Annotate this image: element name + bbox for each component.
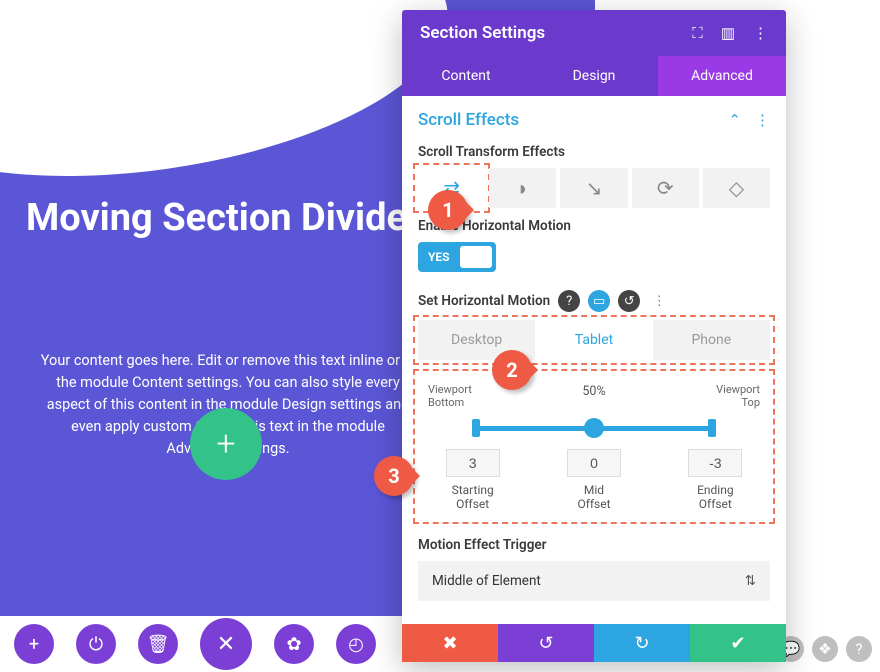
- enable-horizontal-label: Enable Horizontal Motion: [418, 218, 770, 234]
- settings-icon[interactable]: ✿: [274, 624, 314, 664]
- tab-advanced[interactable]: Advanced: [658, 56, 786, 96]
- add-module-button[interactable]: +: [190, 408, 262, 480]
- scroll-transform-label: Scroll Transform Effects: [418, 144, 770, 160]
- chevron-updown-icon: ⇅: [745, 573, 756, 589]
- range-box: 50% Viewport Bottom Viewport Top Startin…: [418, 374, 770, 519]
- tab-design[interactable]: Design: [530, 56, 658, 96]
- columns-icon[interactable]: ▥: [721, 24, 735, 42]
- device-tabs: Desktop Tablet Phone: [418, 320, 770, 360]
- range-handle-left[interactable]: [472, 419, 480, 437]
- scale-icon[interactable]: ↘: [560, 168, 627, 208]
- mid-offset-label: Mid Offset: [567, 483, 621, 511]
- expand-icon[interactable]: ⛶: [692, 24, 703, 42]
- starting-offset-input[interactable]: [446, 449, 500, 477]
- layers-icon[interactable]: ❖: [812, 636, 838, 662]
- fade-icon[interactable]: ◇: [703, 168, 770, 208]
- reset-icon[interactable]: ↺: [618, 290, 640, 312]
- section-title: Scroll Effects: [418, 110, 519, 130]
- field-more-icon[interactable]: ⋮: [648, 290, 670, 312]
- help-question-icon[interactable]: ?: [558, 290, 580, 312]
- viewport-top-label: Viewport Top: [716, 383, 760, 409]
- range-handle-center[interactable]: [584, 418, 604, 438]
- mid-offset-input[interactable]: [567, 449, 621, 477]
- close-builder-button[interactable]: ✕: [200, 618, 252, 670]
- device-phone-tab[interactable]: Phone: [653, 320, 770, 360]
- section-more-icon[interactable]: ⋮: [755, 111, 770, 129]
- motion-trigger-select[interactable]: Middle of Element ⇅: [418, 561, 770, 601]
- blur-icon[interactable]: ◗: [489, 168, 556, 208]
- more-icon[interactable]: ⋮: [753, 24, 768, 42]
- save-button[interactable]: ✔: [690, 624, 786, 662]
- panel-action-bar: ✖ ↺ ↻ ✔: [402, 624, 786, 662]
- panel-title: Section Settings: [420, 23, 545, 43]
- responsive-icon[interactable]: ▭: [588, 290, 610, 312]
- tab-content[interactable]: Content: [402, 56, 530, 96]
- panel-tabs: Content Design Advanced: [402, 56, 786, 96]
- panel-body: Scroll Effects ⌃ ⋮ Scroll Transform Effe…: [402, 96, 786, 624]
- ending-offset-label: Ending Offset: [688, 483, 742, 511]
- viewport-bottom-label: Viewport Bottom: [428, 383, 472, 409]
- ending-offset-input[interactable]: [688, 449, 742, 477]
- trash-icon[interactable]: 🗑: [138, 624, 178, 664]
- help-icon[interactable]: ?: [846, 636, 872, 662]
- settings-panel: Section Settings ⛶ ▥ ⋮ Content Design Ad…: [402, 10, 786, 662]
- panel-header: Section Settings ⛶ ▥ ⋮: [402, 10, 786, 56]
- range-slider[interactable]: [476, 415, 712, 441]
- device-tablet-tab[interactable]: Tablet: [535, 320, 652, 360]
- wave-divider-shape: [0, 0, 464, 211]
- history-icon[interactable]: ◴: [336, 624, 376, 664]
- callout-3: 3: [374, 456, 414, 496]
- motion-trigger-label: Motion Effect Trigger: [418, 537, 770, 553]
- toggle-yes-label: YES: [418, 250, 460, 264]
- rotate-icon[interactable]: ⟳: [632, 168, 699, 208]
- starting-offset-label: Starting Offset: [446, 483, 500, 511]
- range-handle-right[interactable]: [708, 419, 716, 437]
- power-icon[interactable]: ⏻: [76, 624, 116, 664]
- toggle-knob: [460, 246, 492, 268]
- discard-button[interactable]: ✖: [402, 624, 498, 662]
- help-strip: 💬 ❖ ?: [778, 636, 872, 662]
- motion-trigger-value: Middle of Element: [432, 573, 541, 589]
- undo-button[interactable]: ↺: [498, 624, 594, 662]
- add-section-button[interactable]: +: [14, 624, 54, 664]
- callout-1: 1: [428, 190, 468, 230]
- callout-2: 2: [492, 350, 532, 390]
- set-horizontal-label: Set Horizontal Motion: [418, 293, 550, 309]
- enable-horizontal-toggle[interactable]: YES: [418, 242, 496, 272]
- redo-button[interactable]: ↻: [594, 624, 690, 662]
- collapse-icon[interactable]: ⌃: [728, 111, 741, 129]
